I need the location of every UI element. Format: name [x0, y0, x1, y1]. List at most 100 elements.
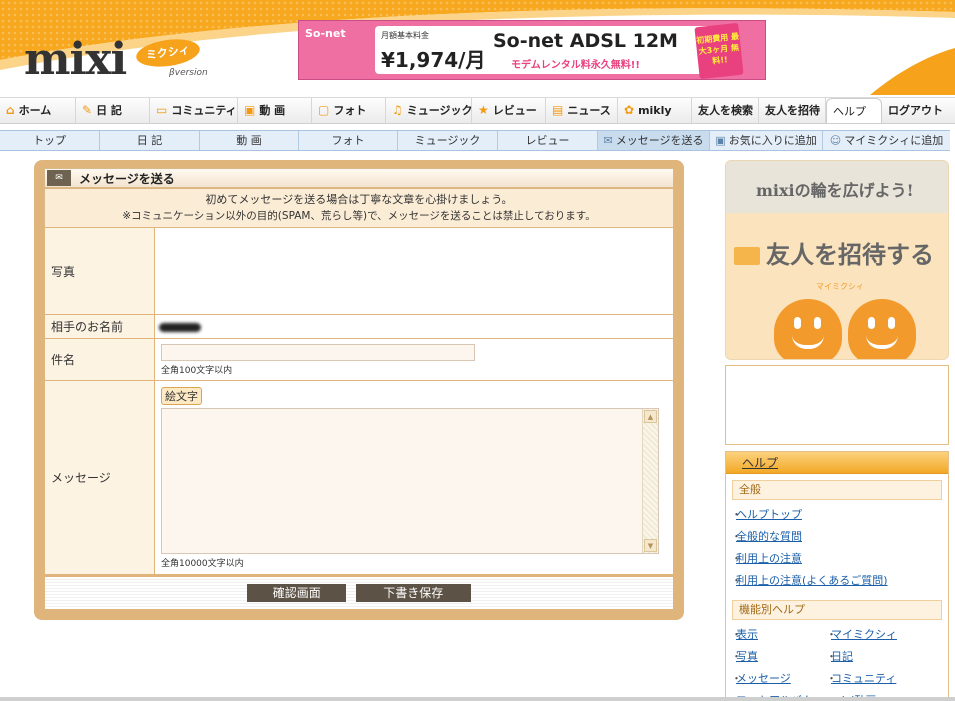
nav-diary[interactable]: ✎ 日 記 — [76, 98, 150, 123]
news-icon: ▤ — [552, 103, 564, 117]
nav-photo-label: フォト — [333, 104, 367, 117]
ad-brand: So-net — [305, 27, 346, 40]
nav-review[interactable]: ★ レビュー — [472, 98, 546, 123]
nav-home-label: ホーム — [18, 104, 52, 117]
scroll-down-icon[interactable]: ▼ — [644, 538, 657, 552]
form-button-row: 確認画面 下書き保存 — [44, 576, 674, 610]
help-link-top[interactable]: ヘルプトップ — [726, 504, 948, 526]
subnav-send-message-label: メッセージを送る — [615, 134, 704, 147]
notice-line-2: ※コミュニケーション以外の目的(SPAM、荒らし等)で、メッセージを送ることは禁… — [122, 210, 596, 222]
face-mouth — [866, 335, 898, 349]
smiley-face-icon — [774, 299, 842, 359]
subnav-send-message[interactable]: ✉ メッセージを送る — [598, 131, 710, 150]
help-link-mymixi[interactable]: マイミクシィ — [826, 624, 936, 646]
photo-cell — [154, 227, 674, 315]
promo-heading: mixiの輪を広げよう! — [756, 181, 914, 200]
save-draft-button[interactable]: 下書き保存 — [355, 584, 471, 602]
logo-text: mixi — [24, 34, 127, 85]
photo-label: 写真 — [44, 227, 155, 315]
recipient-name-redacted — [159, 322, 201, 332]
photo-icon: ▢ — [318, 103, 330, 117]
panel-title-bar: ✉ メッセージを送る — [44, 168, 674, 188]
subject-input[interactable] — [161, 343, 475, 361]
nav-search-friends[interactable]: 友人を検索 — [692, 98, 759, 123]
secondary-nav: トップ 日 記 動 画 フォト ミュージック レビュー ✉ メッセージを送る ▣ お… — [0, 130, 950, 151]
help-link-display[interactable]: 表示 — [731, 624, 826, 646]
subject-row: 件名 全角100文字以内 — [44, 338, 674, 381]
face-eye — [868, 317, 875, 329]
face-eye — [794, 317, 801, 329]
message-title-icon: ✉ — [47, 170, 71, 186]
notice-line-1: 初めてメッセージを送る場合は丁寧な文章を心掛けましょう。 — [205, 193, 513, 206]
face-eye — [888, 317, 895, 329]
message-scrollbar[interactable]: ▲ ▼ — [642, 408, 658, 553]
ad-price: ¥1,974/月 — [381, 48, 486, 72]
subnav-add-favorite[interactable]: ▣ お気に入りに追加 — [710, 131, 823, 150]
film-icon: ▣ — [244, 103, 256, 117]
emoji-button[interactable]: 絵文字 — [161, 386, 202, 405]
message-textarea[interactable]: ▲ ▼ — [161, 407, 659, 554]
notice-box: 初めてメッセージを送る場合は丁寧な文章を心掛けましょう。 ※コミュニケーション以… — [44, 189, 674, 227]
home-icon: ⌂ — [6, 103, 15, 117]
star-icon: ★ — [478, 103, 489, 117]
subject-hint: 全角100文字以内 — [161, 365, 233, 376]
mixi-logo[interactable]: mixi ミクシィ βversion — [24, 36, 224, 88]
nav-community[interactable]: ▭ コミュニティ — [150, 98, 238, 123]
nav-mikly-label: mikly — [638, 104, 672, 117]
subnav-top[interactable]: トップ — [0, 131, 100, 150]
help-header[interactable]: ヘルプ — [726, 452, 948, 474]
invite-promo-banner[interactable]: mixiの輪を広げよう! 友人を招待する マイミクシィ — [725, 160, 949, 360]
promo-invite-label: 友人を招待する — [766, 241, 934, 269]
envelope-icon: ✉ — [603, 134, 613, 147]
subnav-video[interactable]: 動 画 — [200, 131, 299, 150]
subnav-add-mymixi-label: マイミクシィに追加 — [844, 134, 944, 147]
help-link-general-faq[interactable]: 全般的な質問 — [726, 526, 948, 548]
help-link-diary[interactable]: 日記 — [826, 646, 936, 668]
subnav-review[interactable]: レビュー — [498, 131, 598, 150]
nav-home[interactable]: ⌂ ホーム — [0, 98, 76, 123]
message-row: メッセージ 絵文字 ▲ ▼ 全角10000文字以内 — [44, 380, 674, 575]
help-link-community[interactable]: コミュニティ — [826, 668, 936, 690]
scroll-up-icon[interactable]: ▲ — [644, 409, 657, 423]
subject-label: 件名 — [44, 338, 155, 381]
message-label: メッセージ — [44, 380, 155, 575]
envelope-icon — [734, 247, 760, 265]
subnav-photo[interactable]: フォト — [299, 131, 398, 150]
nav-mikly[interactable]: ✿ mikly — [618, 98, 692, 123]
header: mixi ミクシィ βversion So-net 月額基本料金 ¥1,974/… — [0, 0, 955, 95]
help-link-photo[interactable]: 写真 — [731, 646, 826, 668]
help-link-message[interactable]: メッセージ — [731, 668, 826, 690]
clover-icon: ✿ — [624, 103, 635, 117]
send-message-panel: ✉ メッセージを送る 初めてメッセージを送る場合は丁寧な文章を心掛けましょう。 … — [34, 160, 684, 620]
message-form-table: 写真 相手のお名前 件名 全角100文字以内 メッセージ 絵文字 ▲ ▼ 全角1… — [44, 227, 674, 575]
subnav-add-favorite-label: お気に入りに追加 — [728, 134, 817, 147]
subnav-diary[interactable]: 日 記 — [100, 131, 200, 150]
help-general-title: 全般 — [732, 480, 942, 500]
primary-nav: ⌂ ホーム ✎ 日 記 ▭ コミュニティ ▣ 動 画 ▢ フォト ♫ ミュージック ★ レビュ… — [0, 97, 955, 124]
subject-cell: 全角100文字以内 — [154, 338, 674, 381]
subnav-add-mymixi[interactable]: ☺ マイミクシィに追加 — [823, 131, 950, 150]
photo-row: 写真 — [44, 227, 674, 315]
subnav-music[interactable]: ミュージック — [398, 131, 498, 150]
ad-title: So-net ADSL 12M — [493, 30, 678, 52]
nav-music[interactable]: ♫ ミュージック — [386, 98, 473, 123]
face-eye — [814, 317, 821, 329]
nav-photo[interactable]: ▢ フォト — [312, 98, 386, 123]
help-link-usage-notes[interactable]: 利用上の注意 — [726, 548, 948, 570]
music-icon: ♫ — [392, 103, 403, 117]
nav-video[interactable]: ▣ 動 画 — [238, 98, 312, 123]
nav-logout[interactable]: ログアウト — [882, 98, 943, 123]
ad-banner[interactable]: So-net 月額基本料金 ¥1,974/月 So-net ADSL 12M モ… — [298, 20, 766, 80]
window-bottom-edge — [0, 697, 955, 701]
people-icon: ☺ — [829, 134, 842, 147]
help-link-usage-faq[interactable]: 利用上の注意(よくあるご質問) — [726, 570, 948, 592]
nav-music-label: ミュージック — [406, 104, 473, 117]
logo-badge: ミクシィ — [134, 35, 202, 71]
nav-news[interactable]: ▤ ニュース — [546, 98, 618, 123]
nav-diary-label: 日 記 — [96, 104, 122, 117]
empty-ad-box — [725, 365, 949, 445]
ad-subtitle: モデムレンタル料永久無料!! — [511, 60, 640, 71]
nav-invite-friends[interactable]: 友人を招待 — [759, 98, 826, 123]
nav-help[interactable]: ヘルプ — [826, 98, 882, 123]
confirm-button[interactable]: 確認画面 — [247, 584, 347, 602]
